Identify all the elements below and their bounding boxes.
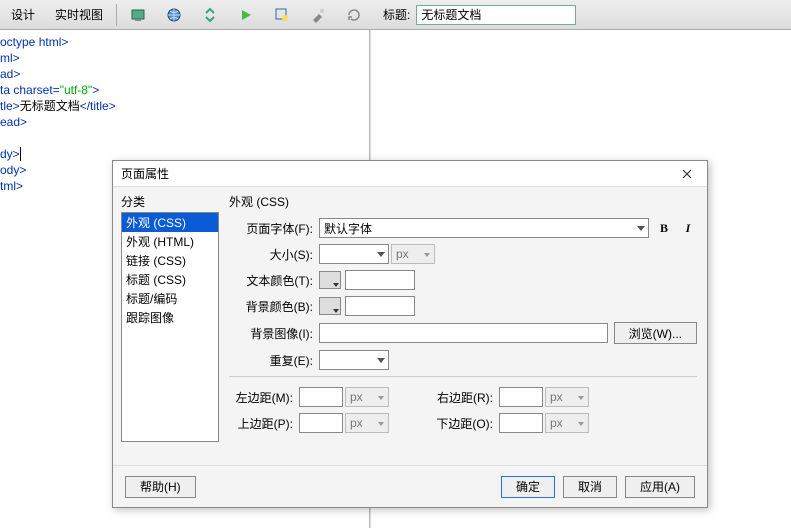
bgcolor-input[interactable] — [345, 296, 415, 316]
category-item-appearance-css[interactable]: 外观 (CSS) — [122, 213, 218, 232]
bgimage-input[interactable] — [319, 323, 608, 343]
bold-button[interactable]: B — [655, 219, 673, 237]
bgimage-label: 背景图像(I): — [229, 325, 319, 342]
italic-button[interactable]: I — [679, 219, 697, 237]
form-panel: 外观 (CSS) 页面字体(F): B I 大小(S): px 文本颜色(T):… — [223, 187, 707, 465]
browse-button[interactable]: 浏览(W)... — [614, 322, 697, 344]
font-select[interactable] — [319, 218, 649, 238]
dialog-footer: 帮助(H) 确定 取消 应用(A) — [113, 465, 707, 507]
refresh-icon[interactable] — [339, 4, 369, 26]
bgcolor-label: 背景颜色(B): — [229, 298, 319, 315]
close-icon[interactable] — [675, 164, 699, 184]
margin-top-label: 上边距(P): — [229, 415, 299, 432]
category-item-tracking[interactable]: 跟踪图像 — [122, 308, 218, 327]
textcolor-swatch[interactable] — [319, 271, 341, 289]
size-unit[interactable]: px — [391, 244, 435, 264]
margin-right-unit[interactable]: px — [545, 387, 589, 407]
margin-left-label: 左边距(M): — [229, 389, 299, 406]
repeat-select[interactable] — [319, 350, 389, 370]
category-label: 分类 — [121, 193, 219, 210]
separator — [116, 4, 117, 26]
title-label: 标题: — [383, 6, 410, 23]
play-icon[interactable] — [231, 4, 261, 26]
category-item-headings[interactable]: 标题 (CSS) — [122, 270, 218, 289]
apply-button[interactable]: 应用(A) — [625, 476, 695, 498]
preview-icon[interactable] — [123, 4, 153, 26]
design-button[interactable]: 设计 — [4, 4, 42, 26]
font-label: 页面字体(F): — [229, 220, 319, 237]
margin-bottom-label: 下边距(O): — [429, 415, 499, 432]
category-item-appearance-html[interactable]: 外观 (HTML) — [122, 232, 218, 251]
category-list[interactable]: 外观 (CSS) 外观 (HTML) 链接 (CSS) 标题 (CSS) 标题/… — [121, 212, 219, 442]
main-toolbar: 设计 实时视图 标题: — [0, 0, 791, 30]
globe-icon[interactable] — [159, 4, 189, 26]
category-panel: 分类 外观 (CSS) 外观 (HTML) 链接 (CSS) 标题 (CSS) … — [113, 187, 223, 465]
page-properties-dialog: 页面属性 分类 外观 (CSS) 外观 (HTML) 链接 (CSS) 标题 (… — [112, 160, 708, 508]
margin-top-input[interactable] — [299, 413, 343, 433]
margin-top-unit[interactable]: px — [345, 413, 389, 433]
size-select[interactable] — [319, 244, 389, 264]
margin-right-input[interactable] — [499, 387, 543, 407]
category-item-links[interactable]: 链接 (CSS) — [122, 251, 218, 270]
help-button[interactable]: 帮助(H) — [125, 476, 196, 498]
textcolor-input[interactable] — [345, 270, 415, 290]
dialog-title: 页面属性 — [121, 165, 169, 182]
margin-left-input[interactable] — [299, 387, 343, 407]
bgcolor-swatch[interactable] — [319, 297, 341, 315]
margin-bottom-input[interactable] — [499, 413, 543, 433]
ok-button[interactable]: 确定 — [501, 476, 555, 498]
panel-title: 外观 (CSS) — [229, 193, 697, 210]
dialog-titlebar[interactable]: 页面属性 — [113, 161, 707, 187]
margin-right-label: 右边距(R): — [429, 389, 499, 406]
margin-left-unit[interactable]: px — [345, 387, 389, 407]
repeat-label: 重复(E): — [229, 352, 319, 369]
sync-icon[interactable] — [195, 4, 225, 26]
divider — [229, 376, 697, 377]
category-item-encoding[interactable]: 标题/编码 — [122, 289, 218, 308]
live-view-button[interactable]: 实时视图 — [48, 4, 110, 26]
margin-bottom-unit[interactable]: px — [545, 413, 589, 433]
tool-icon[interactable] — [303, 4, 333, 26]
cancel-button[interactable]: 取消 — [563, 476, 617, 498]
title-input[interactable] — [416, 5, 576, 25]
inspect-icon[interactable] — [267, 4, 297, 26]
textcolor-label: 文本颜色(T): — [229, 272, 319, 289]
size-label: 大小(S): — [229, 246, 319, 263]
